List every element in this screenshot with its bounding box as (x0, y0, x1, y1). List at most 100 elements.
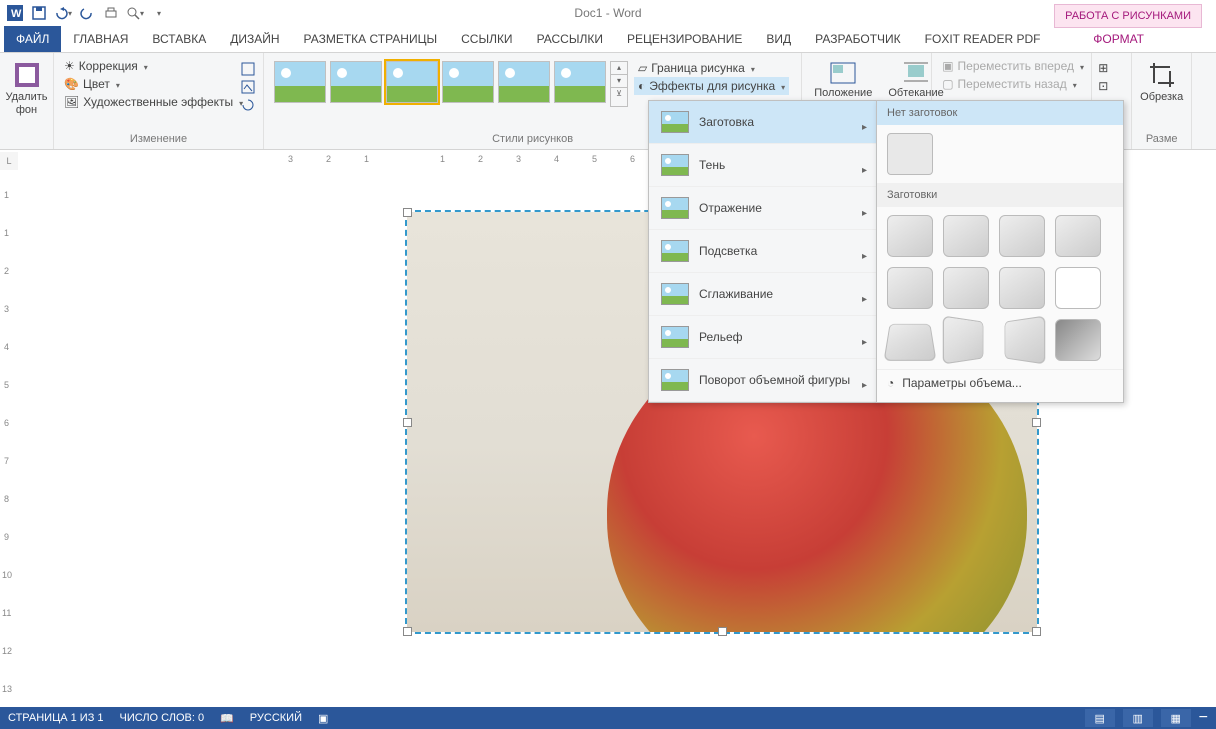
resize-handle-tl[interactable] (403, 208, 412, 217)
context-tab-picture-tools[interactable]: РАБОТА С РИСУНКАМИ (1054, 4, 1202, 28)
picture-border-button[interactable]: ▱Граница рисунка (634, 59, 789, 77)
preset-8[interactable] (1055, 267, 1101, 309)
tab-insert[interactable]: ВСТАВКА (140, 26, 218, 52)
gallery-up-icon[interactable]: ▴ (611, 62, 627, 75)
effect-soft-edges[interactable]: Сглаживание (649, 273, 877, 316)
effect-preset[interactable]: Заготовка (649, 101, 877, 144)
effect-3d-rotation[interactable]: Поворот объемной фигуры (649, 359, 877, 402)
tab-foxit[interactable]: FOXIT READER PDF (913, 26, 1053, 52)
style-thumb-4[interactable] (442, 61, 494, 103)
effect-shadow[interactable]: Тень (649, 144, 877, 187)
zoom-out-button[interactable]: − (1199, 709, 1208, 727)
palette-icon: 🎨 (64, 77, 79, 91)
resize-handle-bl[interactable] (403, 627, 412, 636)
crop-button[interactable]: Обрезка (1138, 57, 1185, 106)
backward-icon: ▢ (942, 77, 953, 91)
brightness-icon: ☀ (64, 59, 75, 73)
style-thumb-5[interactable] (498, 61, 550, 103)
resize-handle-ml[interactable] (403, 418, 412, 427)
remove-background-button[interactable]: Удалить фон (6, 57, 47, 119)
picture-icon: 🖼 (64, 95, 79, 109)
resize-handle-bm[interactable] (718, 627, 727, 636)
style-thumb-1[interactable] (274, 61, 326, 103)
rotation-icon (661, 369, 689, 391)
tab-mailings[interactable]: РАССЫЛКИ (525, 26, 615, 52)
compress-pictures-icon[interactable] (240, 61, 256, 77)
view-print-icon[interactable]: ▥ (1123, 709, 1153, 727)
status-page[interactable]: СТРАНИЦА 1 ИЗ 1 (8, 712, 104, 724)
options-icon: ◔ (887, 376, 894, 390)
resize-handle-mr[interactable] (1032, 418, 1041, 427)
tab-view[interactable]: ВИД (754, 26, 803, 52)
send-backward-button[interactable]: ▢Переместить назад (938, 75, 1085, 93)
vertical-ruler[interactable]: 1 12 34 56 78 910 1112 13 (0, 170, 19, 707)
preset-1[interactable] (887, 215, 933, 257)
tab-page-layout[interactable]: РАЗМЕТКА СТРАНИЦЫ (292, 26, 450, 52)
style-thumb-3[interactable] (386, 61, 438, 103)
corrections-button[interactable]: ☀Коррекция (60, 57, 257, 75)
reflection-icon (661, 197, 689, 219)
glow-icon (661, 240, 689, 262)
status-language[interactable]: РУССКИЙ (250, 712, 302, 724)
align-icon[interactable]: ⊞ (1098, 61, 1114, 77)
tab-format[interactable]: ФОРМАТ (1081, 26, 1156, 52)
status-macro-icon[interactable]: ▣ (318, 712, 328, 725)
group-icon[interactable]: ⊡ (1098, 79, 1114, 95)
ribbon-tabs: ФАЙЛ ГЛАВНАЯ ВСТАВКА ДИЗАЙН РАЗМЕТКА СТР… (0, 26, 1216, 53)
quick-print-icon[interactable] (100, 2, 122, 24)
effect-reflection[interactable]: Отражение (649, 187, 877, 230)
print-preview-icon[interactable]: ▾ (124, 2, 146, 24)
preset-icon (661, 111, 689, 133)
gallery-more-icon[interactable]: ⊻ (611, 88, 627, 100)
save-icon[interactable] (28, 2, 50, 24)
change-picture-icon[interactable] (240, 79, 256, 95)
preset-4[interactable] (1055, 215, 1101, 257)
preset-10[interactable] (943, 315, 984, 364)
preset-3[interactable] (999, 215, 1045, 257)
tab-references[interactable]: ССЫЛКИ (449, 26, 524, 52)
qat-customize-icon[interactable]: ▾ (148, 2, 170, 24)
style-thumb-6[interactable] (554, 61, 606, 103)
tab-review[interactable]: РЕЦЕНЗИРОВАНИЕ (615, 26, 754, 52)
effects-icon: ◐ (638, 79, 645, 93)
tab-design[interactable]: ДИЗАЙН (218, 26, 291, 52)
status-spellcheck-icon[interactable]: 📖 (220, 712, 234, 725)
bevel-icon (661, 326, 689, 348)
quick-access-toolbar: W ▾ ▾ ▾ (0, 0, 1216, 26)
status-word-count[interactable]: ЧИСЛО СЛОВ: 0 (120, 712, 205, 724)
view-web-icon[interactable]: ▦ (1161, 709, 1191, 727)
color-button[interactable]: 🎨Цвет (60, 75, 257, 93)
tab-home[interactable]: ГЛАВНАЯ (61, 26, 140, 52)
undo-icon[interactable]: ▾ (52, 2, 74, 24)
preset-6[interactable] (943, 267, 989, 309)
forward-icon: ▣ (942, 59, 953, 73)
position-button[interactable]: Положение (808, 57, 878, 102)
effect-bevel[interactable]: Рельеф (649, 316, 877, 359)
tab-developer[interactable]: РАЗРАБОТЧИК (803, 26, 913, 52)
preset-2[interactable] (943, 215, 989, 257)
group-change-label: Изменение (60, 133, 257, 147)
tab-file[interactable]: ФАЙЛ (4, 26, 61, 52)
gallery-down-icon[interactable]: ▾ (611, 75, 627, 88)
redo-icon[interactable] (76, 2, 98, 24)
bring-forward-button[interactable]: ▣Переместить вперед (938, 57, 1085, 75)
preset-none[interactable] (887, 133, 933, 175)
artistic-effects-button[interactable]: 🖼Художественные эффекты (60, 93, 257, 111)
resize-handle-br[interactable] (1032, 627, 1041, 636)
preset-9[interactable] (884, 324, 937, 361)
picture-effects-button[interactable]: ◐Эффекты для рисунка (634, 77, 789, 95)
effect-glow[interactable]: Подсветка (649, 230, 877, 273)
word-icon[interactable]: W (4, 2, 26, 24)
preset-flyout: Нет заготовок Заготовки ◔Параметры объем… (876, 100, 1124, 403)
shadow-icon (661, 154, 689, 176)
flyout-presets-header: Заготовки (877, 183, 1123, 207)
preset-7[interactable] (999, 267, 1045, 309)
preset-11[interactable] (1005, 315, 1046, 364)
reset-picture-icon[interactable] (240, 97, 256, 113)
gallery-scroll: ▴ ▾ ⊻ (610, 61, 628, 107)
preset-5[interactable] (887, 267, 933, 309)
3d-options-button[interactable]: ◔Параметры объема... (877, 369, 1123, 396)
style-thumb-2[interactable] (330, 61, 382, 103)
preset-12[interactable] (1055, 319, 1101, 361)
view-read-icon[interactable]: ▤ (1085, 709, 1115, 727)
